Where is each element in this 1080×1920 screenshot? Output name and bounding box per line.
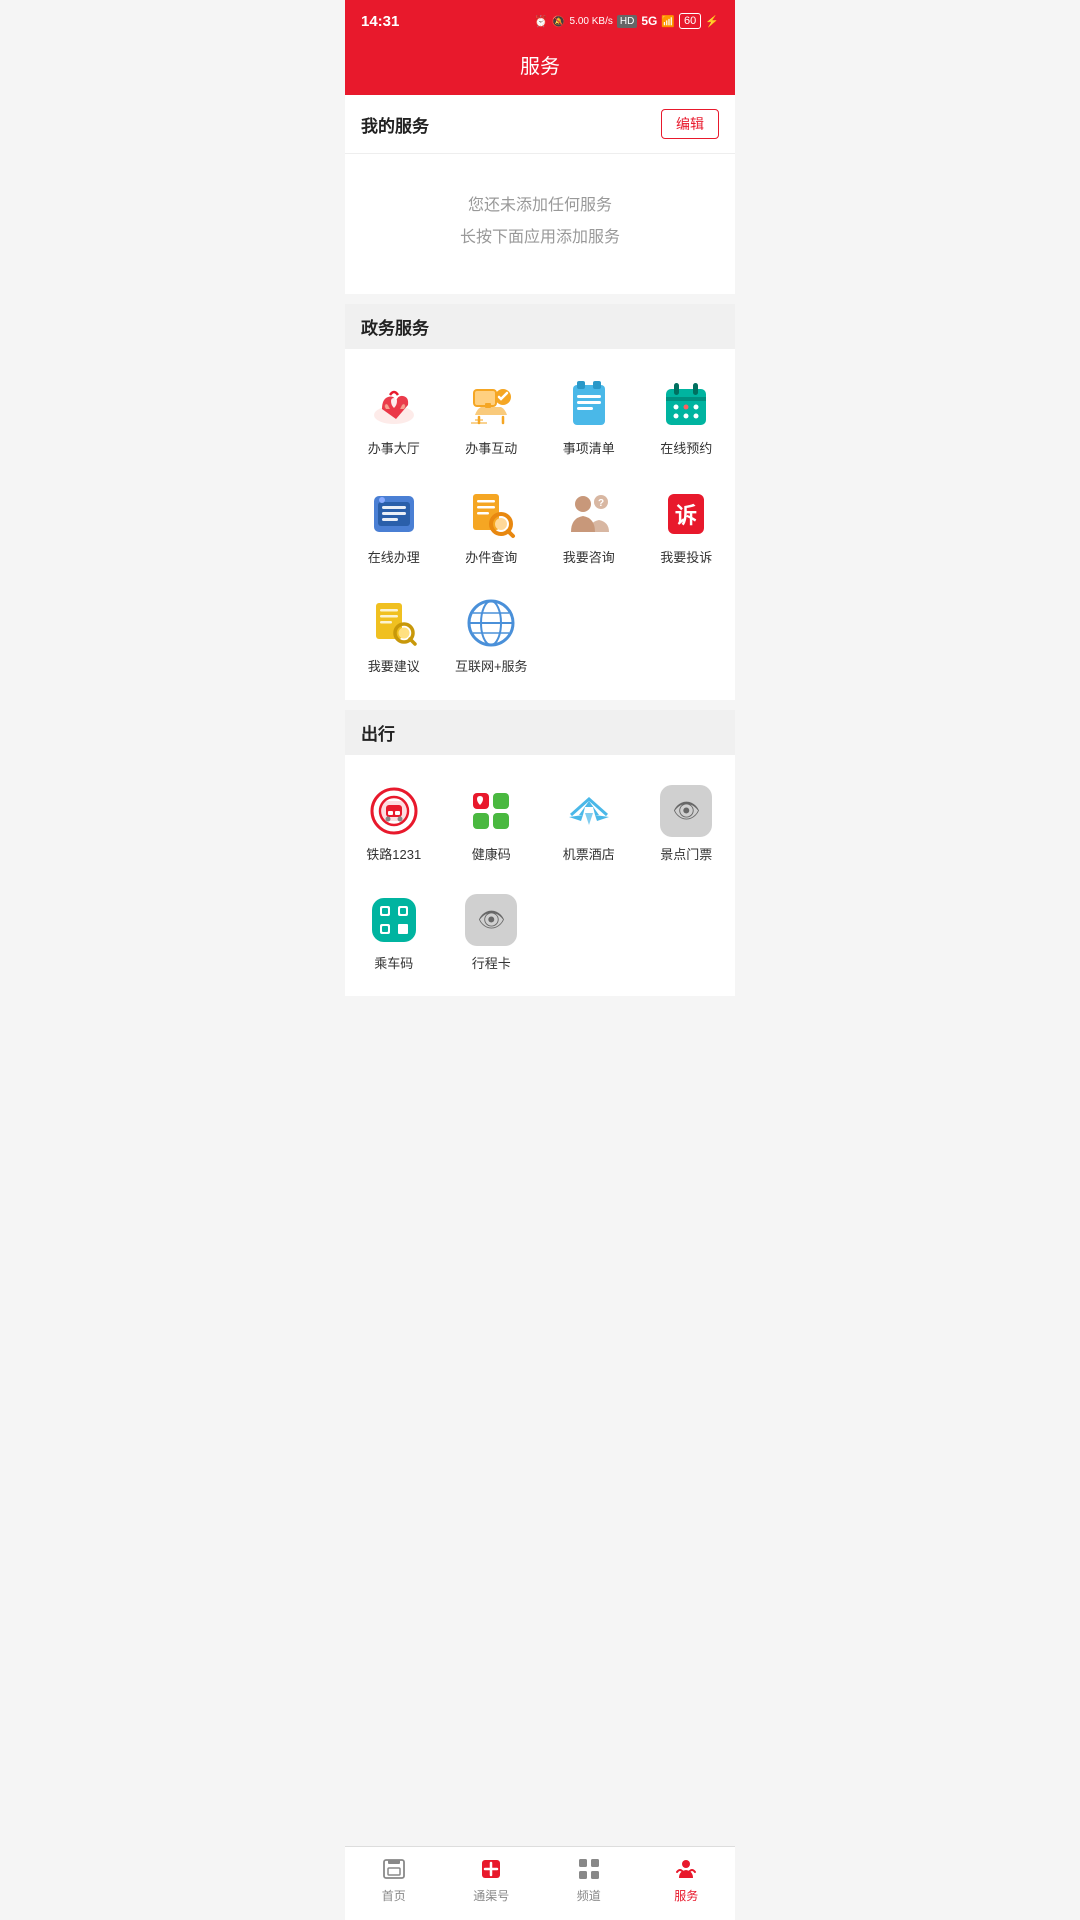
service-label-zaixian-yuyue: 在线预约	[660, 441, 712, 458]
jipiao-jiudian-icon	[561, 783, 617, 839]
xingcheng-ka-icon	[463, 892, 519, 948]
my-services-title: 我的服务	[361, 112, 429, 137]
empty-line2: 长按下面应用添加服务	[345, 222, 735, 254]
app-header: 服务	[345, 40, 735, 95]
chengche-ma-icon	[366, 892, 422, 948]
travel-title: 出行	[361, 725, 395, 744]
service-woyao-jianyi[interactable]: 我要建议	[345, 583, 443, 692]
jiankang-ma-icon	[463, 783, 519, 839]
my-services-header: 我的服务 编辑	[345, 95, 735, 154]
banshi-dating-icon	[366, 377, 422, 433]
service-jingdian-menpiao[interactable]: 景点门票	[638, 771, 736, 880]
zaixian-yuyue-icon	[658, 377, 714, 433]
nav-pindao[interactable]: 频道	[540, 1855, 638, 1904]
pindao-nav-icon	[575, 1855, 603, 1883]
alarm-icon: ⏰	[534, 15, 548, 28]
nav-home[interactable]: 首页	[345, 1855, 443, 1904]
service-label-banjian-chaxun: 办件查询	[465, 550, 517, 567]
battery-icon: 60	[679, 13, 701, 29]
service-shixiang-qingdan[interactable]: 事项清单	[540, 365, 638, 474]
shixiang-qingdan-icon	[561, 377, 617, 433]
service-label-zaixian-banli: 在线办理	[368, 550, 420, 567]
service-banjian-chaxun[interactable]: 办件查询	[443, 474, 541, 583]
service-xingcheng-ka[interactable]: 行程卡	[443, 880, 541, 989]
gov-services-grid: 办事大厅 办事互动	[345, 349, 735, 700]
service-label-banshi-dating: 办事大厅	[368, 441, 420, 458]
nav-fuwu[interactable]: 服务	[638, 1855, 736, 1904]
service-label-jipiao: 机票酒店	[563, 847, 615, 864]
service-tielu-1231[interactable]: 铁路1231	[345, 771, 443, 880]
service-label-xingcheng: 行程卡	[472, 956, 511, 973]
service-label-shixiang-qingdan: 事项清单	[563, 441, 615, 458]
service-jipiao-jiudian[interactable]: 机票酒店	[540, 771, 638, 880]
nav-tongguhao-label: 通渠号	[473, 1887, 509, 1904]
svg-text:诉: 诉	[675, 503, 697, 528]
woyao-jianyi-icon	[366, 595, 422, 651]
scroll-area: 我的服务 编辑 您还未添加任何服务 长按下面应用添加服务 政务服务	[345, 95, 735, 1076]
nav-pindao-label: 频道	[577, 1887, 601, 1904]
service-zaixian-yuyue[interactable]: 在线预约	[638, 365, 736, 474]
service-jiankang-ma[interactable]: 健康码	[443, 771, 541, 880]
banjian-chaxun-icon	[463, 486, 519, 542]
service-label-tielu: 铁路1231	[366, 847, 421, 864]
service-label-woyao-jianyi: 我要建议	[368, 659, 420, 676]
travel-section-header: 出行	[345, 710, 735, 755]
zaixian-banli-icon	[366, 486, 422, 542]
fuwu-nav-icon	[672, 1855, 700, 1883]
edit-button[interactable]: 编辑	[661, 109, 719, 139]
gov-services-title: 政务服务	[361, 319, 429, 338]
service-banshi-hudong[interactable]: 办事互动	[443, 365, 541, 474]
nav-fuwu-label: 服务	[674, 1887, 698, 1904]
service-woyao-zixun[interactable]: ? 我要咨询	[540, 474, 638, 583]
gov-services-section-header: 政务服务	[345, 304, 735, 349]
service-label-woyao-zixun: 我要咨询	[563, 550, 615, 567]
woyao-zixun-icon: ?	[561, 486, 617, 542]
nav-tongguhao[interactable]: 通渠号	[443, 1855, 541, 1904]
tielu-1231-icon	[366, 783, 422, 839]
woyao-tousu-icon: 诉	[658, 486, 714, 542]
empty-line1: 您还未添加任何服务	[345, 190, 735, 222]
charging-icon: ⚡	[705, 15, 719, 28]
status-bar: 14:31 ⏰ 🔕 5.00 KB/s HD 5G 📶 60 ⚡	[345, 0, 735, 40]
nav-home-label: 首页	[382, 1887, 406, 1904]
status-time: 14:31	[361, 13, 399, 30]
page-title: 服务	[520, 56, 560, 78]
banshi-hudong-icon	[463, 377, 519, 433]
service-label-banshi-hudong: 办事互动	[465, 441, 517, 458]
placeholder-icon	[660, 785, 712, 837]
service-woyao-tousu[interactable]: 诉 我要投诉	[638, 474, 736, 583]
status-icons: ⏰ 🔕 5.00 KB/s HD 5G 📶 60 ⚡	[534, 13, 719, 29]
home-nav-icon	[380, 1855, 408, 1883]
service-zaixian-banli[interactable]: 在线办理	[345, 474, 443, 583]
service-label-jingdian: 景点门票	[660, 847, 712, 864]
service-hulianwang-fuwu[interactable]: 互联网+服务	[443, 583, 541, 692]
service-label-woyao-tousu: 我要投诉	[660, 550, 712, 567]
network-speed: 5.00 KB/s	[570, 16, 613, 27]
empty-services-message: 您还未添加任何服务 长按下面应用添加服务	[345, 154, 735, 294]
travel-services-grid: 铁路1231 健康码	[345, 755, 735, 997]
service-label-jiankang: 健康码	[472, 847, 511, 864]
silent-icon: 🔕	[552, 15, 566, 28]
hulianwang-fuwu-icon	[463, 595, 519, 651]
service-banshi-dating[interactable]: 办事大厅	[345, 365, 443, 474]
bottom-nav: 首页 通渠号 频道	[345, 1846, 735, 1920]
wifi-icon: 📶	[661, 15, 675, 28]
jingdian-menpiao-icon	[658, 783, 714, 839]
network-type: 5G	[641, 14, 657, 28]
placeholder-icon-2	[465, 894, 517, 946]
svg-text:?: ?	[598, 498, 604, 509]
service-label-hulianwang-fuwu: 互联网+服务	[455, 659, 528, 676]
service-label-chengche: 乘车码	[374, 956, 413, 973]
tongguhao-nav-icon	[477, 1855, 505, 1883]
service-chengche-ma[interactable]: 乘车码	[345, 880, 443, 989]
hd-icon: HD	[617, 15, 637, 28]
